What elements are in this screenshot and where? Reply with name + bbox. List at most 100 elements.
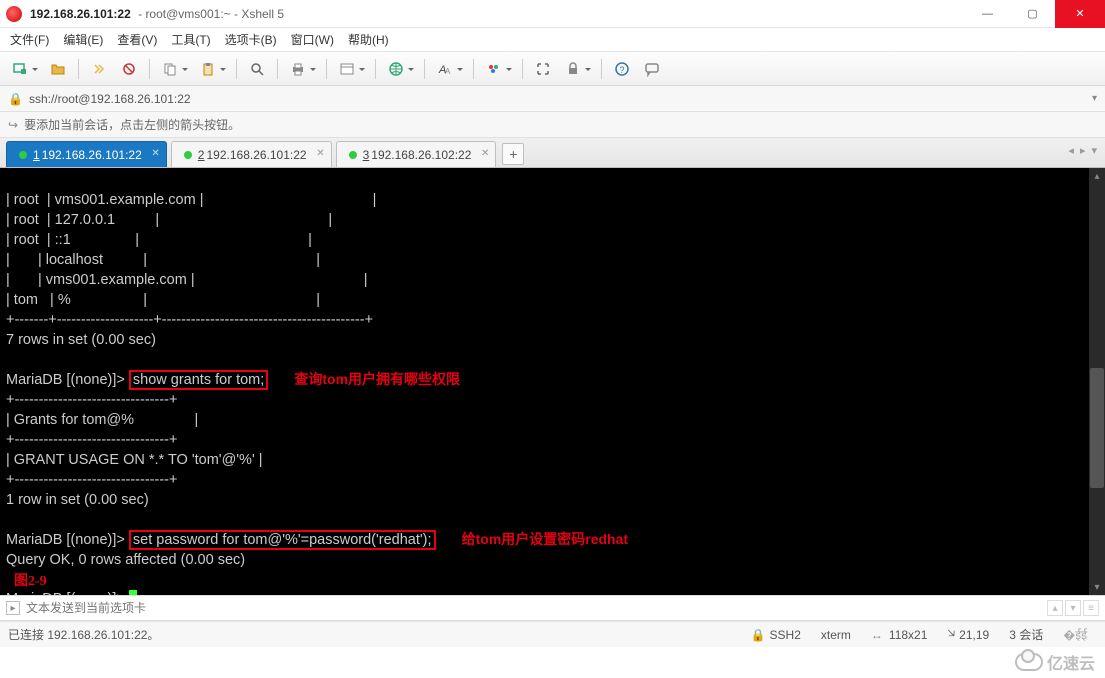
prompt: MariaDB [(none)]> <box>6 591 129 595</box>
term-line: +--------------------------------+ <box>6 432 177 448</box>
status-connection: 已连接 192.168.26.101:22。 <box>8 626 159 643</box>
scroll-down-icon[interactable]: ▾ <box>1089 579 1105 595</box>
properties-button[interactable] <box>335 57 359 81</box>
lock-button[interactable] <box>561 57 585 81</box>
status-menu-icon[interactable]: �ईई <box>1063 626 1087 643</box>
color-button[interactable] <box>482 57 506 81</box>
close-button[interactable]: ✕ <box>1055 0 1105 28</box>
term-line: 7 rows in set (0.00 sec) <box>6 332 156 348</box>
annotation: 给tom用户设置密码redhat <box>462 531 628 547</box>
history-list-icon[interactable]: ≡ <box>1083 600 1099 616</box>
tab-2[interactable]: 2 192.168.26.101:22 ✕ <box>171 141 332 167</box>
maximize-button[interactable]: ▢ <box>1010 0 1055 28</box>
proto-text: SSH2 <box>770 628 801 642</box>
scrollbar[interactable]: ▴ ▾ <box>1089 168 1105 595</box>
pos-text: 21,19 <box>959 628 989 642</box>
tab-nav: ◂ ▸ ▾ <box>1066 144 1099 157</box>
reconnect-button[interactable] <box>87 57 111 81</box>
annotation: 查询tom用户拥有哪些权限 <box>294 371 460 387</box>
term-line: +--------------------------------+ <box>6 392 177 408</box>
figure-label: 图2-9 <box>14 572 47 591</box>
menu-window[interactable]: 窗口(W) <box>291 31 334 48</box>
tab-close-icon[interactable]: ✕ <box>481 148 489 159</box>
app-icon <box>6 6 22 22</box>
term-line: Query OK, 0 rows affected (0.00 sec) <box>6 552 245 568</box>
toolbar: AA ? <box>0 52 1105 86</box>
fullscreen-button[interactable] <box>531 57 555 81</box>
tab-close-icon[interactable]: ✕ <box>316 148 324 159</box>
term-line: | tom | % | | <box>6 292 320 308</box>
tab-strip: 1 192.168.26.101:22 ✕ 2 192.168.26.101:2… <box>0 138 1105 168</box>
svg-text:A: A <box>445 67 451 76</box>
highlighted-command: set password for tom@'%'=password('redha… <box>129 530 436 550</box>
address-dropdown-icon[interactable]: ▾ <box>1092 93 1097 104</box>
hint-text: 要添加当前会话，点击左侧的箭头按钮。 <box>24 116 240 133</box>
window-title: 192.168.26.101:22 <box>30 7 131 21</box>
help-button[interactable]: ? <box>610 57 634 81</box>
status-sessions: 3 会话 <box>1009 626 1043 643</box>
menu-view[interactable]: 查看(V) <box>117 31 157 48</box>
tab-label: 192.168.26.101:22 <box>206 148 306 162</box>
history-down-icon[interactable]: ▾ <box>1065 600 1081 616</box>
address-bar[interactable]: 🔒 ssh://root@192.168.26.101:22 ▾ <box>0 86 1105 112</box>
hint-bar: ↪ 要添加当前会话，点击左侧的箭头按钮。 <box>0 112 1105 138</box>
tab-1[interactable]: 1 192.168.26.101:22 ✕ <box>6 141 167 167</box>
highlighted-command: show grants for tom; <box>129 370 268 390</box>
menu-help[interactable]: 帮助(H) <box>348 31 389 48</box>
status-position: 🡦 21,19 <box>947 624 989 645</box>
tab-label: 192.168.26.101:22 <box>42 148 142 162</box>
new-tab-button[interactable]: + <box>502 143 524 165</box>
cloud-icon <box>1015 653 1043 671</box>
term-line: | | vms001.example.com | | <box>6 272 368 288</box>
tab-number: 1 <box>33 148 40 162</box>
paste-button[interactable] <box>196 57 220 81</box>
tab-close-icon[interactable]: ✕ <box>151 148 159 159</box>
scroll-up-icon[interactable]: ▴ <box>1089 168 1105 184</box>
status-dot-icon <box>19 151 27 159</box>
term-line: | | localhost | | <box>6 252 320 268</box>
feedback-button[interactable] <box>640 57 664 81</box>
compose-toggle-button[interactable]: ▸ <box>6 601 20 615</box>
lock-icon: 🔒 <box>8 92 23 106</box>
compose-input[interactable] <box>26 601 1047 615</box>
prompt: MariaDB [(none)]> <box>6 532 129 548</box>
menu-tabs[interactable]: 选项卡(B) <box>225 31 277 48</box>
term-line: | Grants for tom@% | <box>6 412 198 428</box>
tab-list-icon[interactable]: ▾ <box>1089 144 1099 157</box>
menu-file[interactable]: 文件(F) <box>10 31 49 48</box>
history-up-icon[interactable]: ▴ <box>1047 600 1063 616</box>
compose-bar: ▸ ▴ ▾ ≡ <box>0 595 1105 621</box>
subtitle-text: root@vms001:~ - Xshell 5 <box>145 7 284 21</box>
print-button[interactable] <box>286 57 310 81</box>
new-session-button[interactable] <box>8 57 32 81</box>
status-dot-icon <box>349 151 357 159</box>
lock-icon: 🔒 <box>751 628 766 642</box>
menu-tools[interactable]: 工具(T) <box>171 31 210 48</box>
minimize-button[interactable]: — <box>965 0 1010 28</box>
prompt: MariaDB [(none)]> <box>6 372 129 388</box>
term-line: | root | vms001.example.com | | <box>6 192 376 208</box>
disconnect-button[interactable] <box>117 57 141 81</box>
menu-edit[interactable]: 编辑(E) <box>63 31 103 48</box>
status-protocol: 🔒 SSH2 <box>751 628 801 642</box>
tab-prev-icon[interactable]: ◂ <box>1066 144 1076 157</box>
tab-3[interactable]: 3 192.168.26.102:22 ✕ <box>336 141 497 167</box>
brand-text: 亿速云 <box>1047 650 1095 674</box>
web-button[interactable] <box>384 57 408 81</box>
status-bar: 已连接 192.168.26.101:22。 🔒 SSH2 xterm 118x2… <box>0 621 1105 647</box>
term-line: 1 row in set (0.00 sec) <box>6 492 149 508</box>
terminal[interactable]: | root | vms001.example.com | | | root |… <box>0 168 1105 595</box>
status-termtype: xterm <box>821 628 851 642</box>
open-button[interactable] <box>46 57 70 81</box>
copy-button[interactable] <box>158 57 182 81</box>
status-dot-icon <box>184 151 192 159</box>
term-line: | root | 127.0.0.1 | | <box>6 212 332 228</box>
find-button[interactable] <box>245 57 269 81</box>
term-line: +-------+--------------------+----------… <box>6 312 373 328</box>
size-text: 118x21 <box>889 628 927 642</box>
tab-next-icon[interactable]: ▸ <box>1078 144 1088 157</box>
hint-arrow-icon[interactable]: ↪ <box>8 118 18 132</box>
window-subtitle: - root@vms001:~ - Xshell 5 <box>135 7 284 21</box>
font-button[interactable]: AA <box>433 57 457 81</box>
scroll-thumb[interactable] <box>1090 368 1104 488</box>
